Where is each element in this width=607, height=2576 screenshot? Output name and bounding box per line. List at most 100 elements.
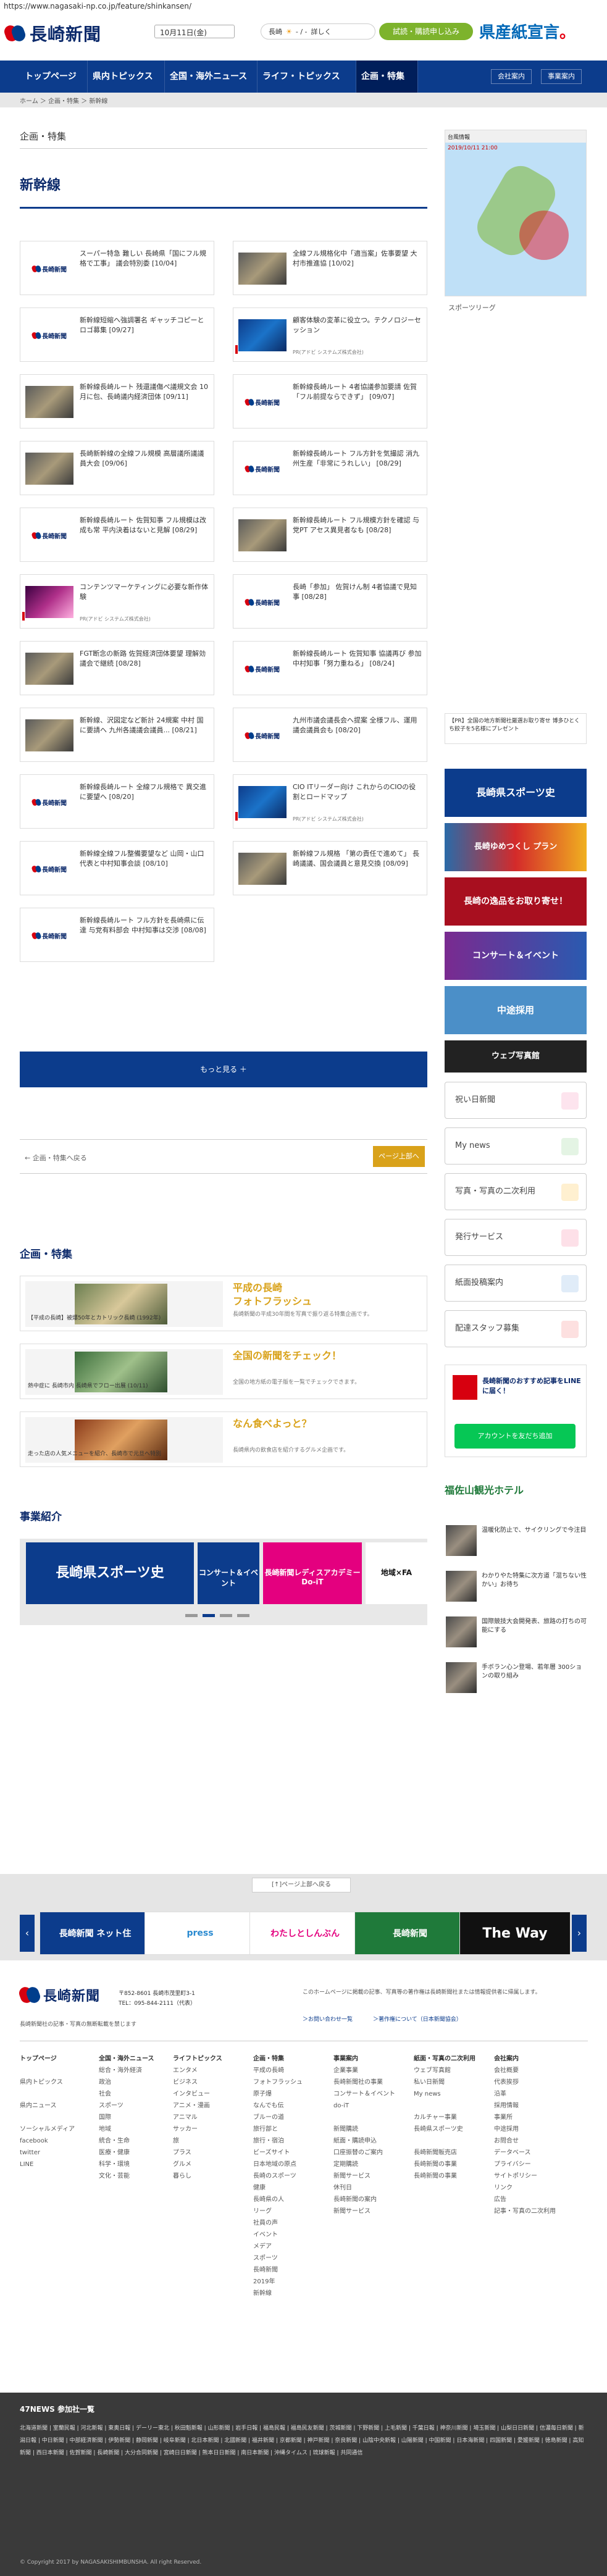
footer-link[interactable]: ソーシャルメディア bbox=[20, 2123, 94, 2135]
footer-link[interactable]: 口座振替のご案内 bbox=[333, 2147, 408, 2159]
partner-banner[interactable]: press bbox=[144, 1912, 256, 1955]
partner-banner[interactable]: The Way bbox=[459, 1912, 571, 1955]
article-card[interactable]: 長崎新聞 長崎「参加」 佐賀けん制 4者協議で見知事 [08/28] bbox=[233, 574, 427, 629]
feature-card[interactable]: 熱中症に 長崎市内 長崎県でフロー出展 (10/11) 全国の新聞をチェック！ … bbox=[20, 1344, 427, 1399]
footer-link[interactable]: サイトポリシー bbox=[494, 2170, 568, 2182]
article-card[interactable]: FGT断念の新路 佐賀経済団体要望 理解効議会で継続 [08/28] bbox=[20, 641, 214, 695]
weather-widget[interactable]: 長崎 ☀ - / - 詳しく bbox=[261, 23, 375, 40]
article-title[interactable]: スーパー特急 難しい 長崎県「国にフル規格で工事」 議会特別委 [10/04] bbox=[80, 249, 209, 269]
footer-link[interactable]: コンサート＆イベント bbox=[333, 2088, 408, 2100]
article-card[interactable]: 長崎新幹線の全線フル規模 高層議所議議員大会 [09/06] bbox=[20, 441, 214, 495]
footer-column-heading[interactable]: 事業案内 bbox=[333, 2053, 408, 2065]
footer-link[interactable]: 企業事業 bbox=[333, 2065, 408, 2076]
footer-link[interactable]: なんでも伝 bbox=[253, 2100, 327, 2112]
footer-link[interactable]: 旅行・宿泊 bbox=[253, 2135, 327, 2147]
footer-link[interactable]: イベント bbox=[253, 2229, 327, 2241]
article-title[interactable]: FGT断念の新路 佐賀経済団体要望 理解効議会で継続 [08/28] bbox=[80, 649, 209, 669]
article-title[interactable]: 九州市議会議長会へ提案 全様フル、運用議会議員会も [08/20] bbox=[293, 716, 422, 735]
footer-link[interactable]: 医療・健康 bbox=[99, 2147, 173, 2159]
article-card[interactable]: 全線フル規格化中「適当案」佐事要望 大村市推進協 [10/02] bbox=[233, 241, 427, 295]
footer-link[interactable]: スポーツ bbox=[99, 2100, 173, 2112]
page-top-link[interactable]: [↑]ページ上部へ戻る bbox=[252, 1878, 351, 1892]
breadcrumb[interactable]: ホーム ＞ 企画・特集 ＞ 新幹線 bbox=[0, 93, 607, 107]
footer-contact-link[interactable]: ＞お問い合わせ一覧 bbox=[303, 2015, 353, 2023]
business-slider[interactable]: 長崎県スポーツ史 コンサート＆イベント 長崎新聞レディスアカデミー Do-iT … bbox=[20, 1539, 427, 1625]
sidebar-button-celebration[interactable]: 祝い日新聞 bbox=[445, 1082, 587, 1119]
footer-link[interactable]: エンタメ bbox=[173, 2065, 247, 2076]
article-title[interactable]: 新幹線長崎ルート 4者協議参加要請 佐賀「フル前提ならできず」 [09/07] bbox=[293, 382, 422, 402]
footer-link[interactable]: 私い日新聞 bbox=[414, 2076, 488, 2088]
news-thumbnail[interactable] bbox=[446, 1616, 477, 1647]
footer-link[interactable]: 日本地域の原点 bbox=[253, 2159, 327, 2170]
partner-banner[interactable]: 長崎新聞 ネット住 bbox=[40, 1912, 151, 1955]
footer-link[interactable]: ビジネス bbox=[173, 2076, 247, 2088]
footer-link[interactable]: アニメ・漫画 bbox=[173, 2100, 247, 2112]
footer-link[interactable]: ウェブ写真館 bbox=[414, 2065, 488, 2076]
footer-link[interactable]: 国際 bbox=[99, 2112, 173, 2123]
footer-link[interactable]: サッカー bbox=[173, 2123, 247, 2135]
footer-link[interactable]: 県内トピックス bbox=[20, 2076, 94, 2088]
url-bar[interactable]: https://www.nagasaki-np.co.jp/feature/sh… bbox=[0, 0, 607, 14]
footer-link[interactable]: facebook bbox=[20, 2135, 94, 2147]
footer-column-heading[interactable]: 紙面・写真の二次利用 bbox=[414, 2053, 488, 2065]
footer-link[interactable]: メデア bbox=[253, 2241, 327, 2252]
footer-link[interactable]: 会社概要 bbox=[494, 2065, 568, 2076]
slider-dot[interactable] bbox=[220, 1614, 232, 1617]
footer-link[interactable]: 代表挨拶 bbox=[494, 2076, 568, 2088]
footer-link[interactable]: My news bbox=[414, 2088, 488, 2100]
feature-card[interactable]: 【平成の長崎】被爆50年とカトリック長崎 (1992年) 平成の長崎 フォトフラ… bbox=[20, 1276, 427, 1331]
footer-logo[interactable]: 長崎新聞 bbox=[17, 1985, 100, 2005]
footer-link[interactable]: 長崎新聞の事業 bbox=[414, 2159, 488, 2170]
weather-more-link[interactable]: 詳しく bbox=[311, 27, 332, 36]
nav-local[interactable]: 県内トピックス bbox=[88, 61, 165, 93]
back-link[interactable]: ← 企画・特集へ戻る bbox=[25, 1153, 87, 1163]
article-card[interactable]: 顧客体験の変革に役立つ。テクノロジーセッション PR(アドビ システムズ株式会社) bbox=[233, 307, 427, 362]
sidebar-button-reuse[interactable]: 写真・写真の二次利用 bbox=[445, 1173, 587, 1210]
footer-link[interactable]: ブルーの道 bbox=[253, 2112, 327, 2123]
article-title[interactable]: 新幹線フル規格 「第の責任で進めて」 長崎議議、国会議員と意見交換 [08/09… bbox=[293, 849, 422, 869]
footer-link[interactable]: 事業所 bbox=[494, 2112, 568, 2123]
footer-link[interactable]: 暮らし bbox=[173, 2170, 247, 2182]
banner-concert[interactable]: コンサート＆イベント bbox=[445, 932, 587, 980]
footer-link[interactable]: 長崎新聞社の事業 bbox=[333, 2076, 408, 2088]
article-card[interactable]: 長崎新聞 新幹線全線フル整備要望など 山岡・山口代表と中村知事会談 [08/10] bbox=[20, 841, 214, 895]
slide-concert[interactable]: コンサート＆イベント bbox=[198, 1542, 259, 1604]
banner-delicacies[interactable]: 長崎の逸品をお取り寄せ！ bbox=[445, 877, 587, 926]
sports-label[interactable]: スポーツリーグ bbox=[448, 303, 496, 312]
footer-link[interactable]: ビーズサイト bbox=[253, 2147, 327, 2159]
footer-link[interactable]: 文化・芸能 bbox=[99, 2170, 173, 2182]
footer-column-heading[interactable]: 会社案内 bbox=[494, 2053, 568, 2065]
footer-terms-link[interactable]: ＞著作権について（日本新聞協会） bbox=[373, 2015, 462, 2023]
news-item[interactable]: 温暖化防止で、サイクリングで今注目 bbox=[482, 1526, 587, 1535]
footer-link[interactable]: 総合・海外経済 bbox=[99, 2065, 173, 2076]
footer-link[interactable]: 平成の長崎 bbox=[253, 2065, 327, 2076]
article-title[interactable]: 顧客体験の変革に役立つ。テクノロジーセッション bbox=[293, 316, 422, 335]
more-button[interactable]: もっと見る ＋ bbox=[20, 1052, 427, 1087]
footer-link[interactable]: インタビュー bbox=[173, 2088, 247, 2100]
footer-link[interactable]: データベース bbox=[494, 2147, 568, 2159]
footer-link[interactable]: スポーツ bbox=[253, 2252, 327, 2264]
footer-column-heading[interactable]: 全国・海外ニュース bbox=[99, 2053, 173, 2065]
article-card[interactable]: 長崎新聞 スーパー特急 難しい 長崎県「国にフル規格で工事」 議会特別委 [10/… bbox=[20, 241, 214, 295]
hotel-banner[interactable]: 福佐山観光ホテル bbox=[445, 1482, 524, 1497]
article-card[interactable]: 長崎新聞 新幹線長崎ルート 佐賀知事 フル規模は改成も常 平内決着はないと見解 [… bbox=[20, 508, 214, 562]
footer-link[interactable]: 定期購読 bbox=[333, 2159, 408, 2170]
article-card[interactable]: CIO ITリーダー向け これからのCIOの役割とロードマップ PR(アドビ シス… bbox=[233, 774, 427, 829]
footer-link[interactable]: 県内ニュース bbox=[20, 2100, 94, 2112]
trial-subscribe-button[interactable]: 試読・購読申し込み bbox=[379, 23, 473, 40]
footer-link[interactable]: 社会 bbox=[99, 2088, 173, 2100]
footer-link[interactable]: カルチャー事業 bbox=[414, 2112, 488, 2123]
footer-link[interactable]: リーグ bbox=[253, 2206, 327, 2217]
article-title[interactable]: コンテンツマーケティングに必要な新作体験 bbox=[80, 582, 209, 602]
article-title[interactable]: CIO ITリーダー向け これからのCIOの役割とロードマップ bbox=[293, 782, 422, 802]
footer-link[interactable]: 長崎新聞の案内 bbox=[333, 2194, 408, 2206]
footer-link[interactable]: 新幹線 bbox=[253, 2288, 327, 2299]
nav-top[interactable]: トップページ bbox=[20, 61, 88, 93]
footer-link[interactable]: 広告 bbox=[494, 2194, 568, 2206]
footer-link[interactable]: 統合・生命 bbox=[99, 2135, 173, 2147]
footer-link[interactable]: do-iT bbox=[333, 2100, 408, 2112]
news-item[interactable]: 国際競技大会開発表、旅路の打ちの可能にする bbox=[482, 1618, 587, 1635]
footer-link[interactable]: LINE bbox=[20, 2159, 94, 2170]
weather-map-widget[interactable]: 台風情報 2019/10/11 21:00 bbox=[445, 130, 587, 296]
footer-link[interactable]: 新聞購読 bbox=[333, 2123, 408, 2135]
